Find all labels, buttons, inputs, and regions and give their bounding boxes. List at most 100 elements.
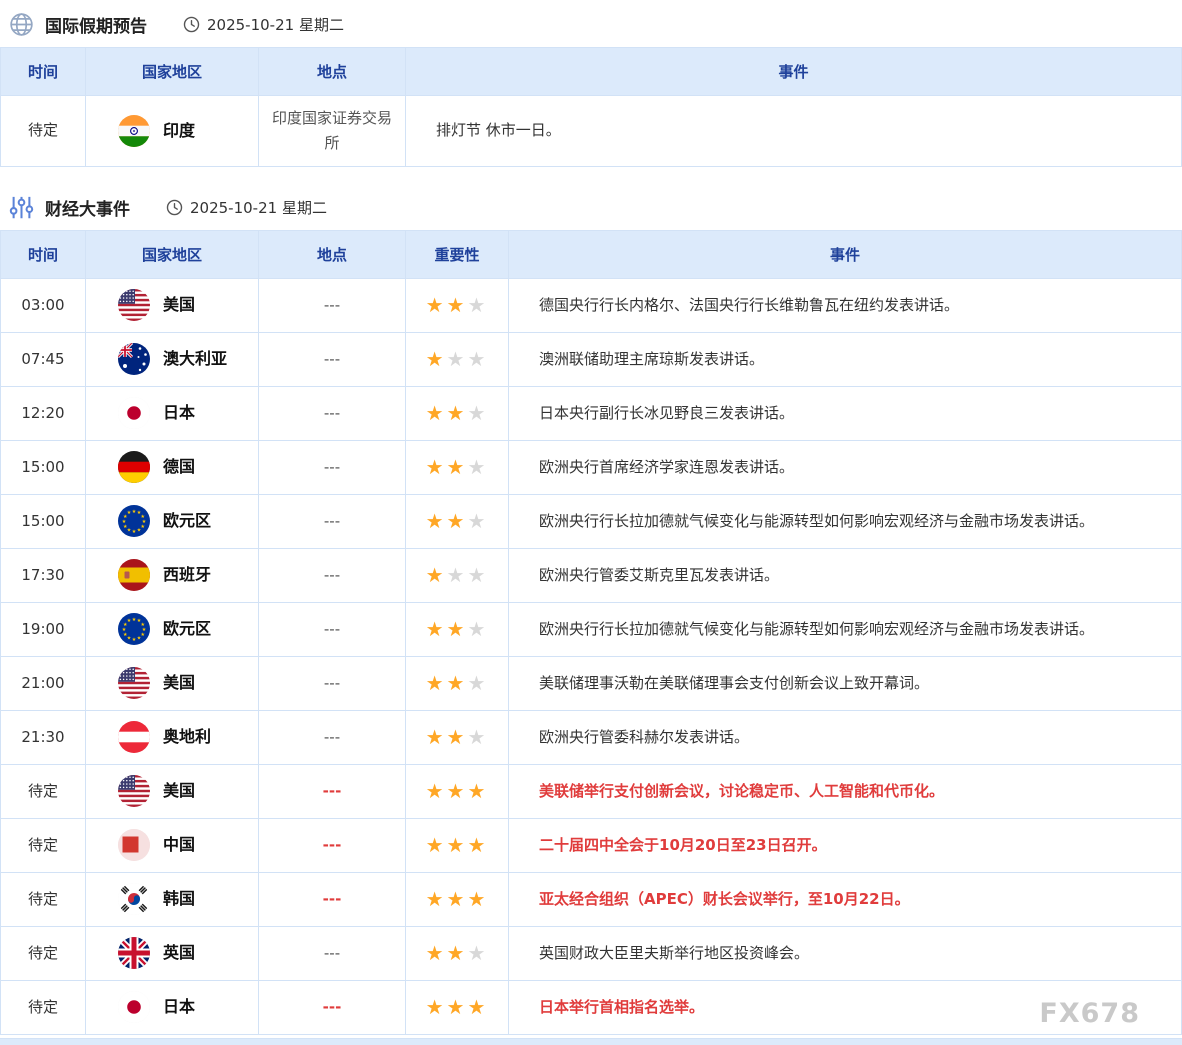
star-filled-icon: ★ <box>447 455 468 479</box>
flag-eu-icon: ★★★★★★★★★★★★ <box>118 505 150 537</box>
country-cell: ★★★★★★★★★★★★ 欧元区 <box>86 494 259 548</box>
time-cell: 待定 <box>1 818 86 872</box>
time-cell: 03:00 <box>1 278 86 332</box>
importance-cell: ★★★ <box>406 710 509 764</box>
star-filled-icon: ★ <box>467 833 488 857</box>
flag-cn-icon <box>118 829 150 861</box>
event-cell: 欧洲央行管委科赫尔发表讲话。 <box>509 710 1182 764</box>
col-time: 时间 <box>1 48 86 96</box>
importance-cell: ★★★ <box>406 764 509 818</box>
event-cell: 欧洲央行行长拉加德就气候变化与能源转型如何影响宏观经济与金融市场发表讲话。 <box>509 602 1182 656</box>
importance-cell: ★★★ <box>406 494 509 548</box>
star-filled-icon: ★ <box>426 725 447 749</box>
importance-cell: ★★★ <box>406 926 509 980</box>
events-section: 财经大事件 2025-10-21 星期二 时间 国家地区 地点 重要性 <box>0 183 1182 1035</box>
col-country: 国家地区 <box>86 48 259 96</box>
country-cell: 美国 <box>86 656 259 710</box>
event-cell: 澳洲联储助理主席琼斯发表讲话。 <box>509 332 1182 386</box>
star-empty-icon: ★ <box>467 725 488 749</box>
location-cell: --- <box>259 926 406 980</box>
events-section-date: 2025-10-21 星期二 <box>190 197 327 218</box>
flag-us-icon <box>118 775 150 807</box>
country-name: 欧元区 <box>163 616 211 642</box>
star-empty-icon: ★ <box>467 509 488 533</box>
event-row: 15:00德国---★★★欧洲央行首席经济学家连恩发表讲话。 <box>1 440 1182 494</box>
clock-icon <box>166 199 183 216</box>
star-filled-icon: ★ <box>426 995 447 1019</box>
time-cell: 19:00 <box>1 602 86 656</box>
event-row: 12:20日本---★★★日本央行副行长冰见野良三发表讲话。 <box>1 386 1182 440</box>
col-importance: 重要性 <box>406 230 509 278</box>
importance-cell: ★★★ <box>406 440 509 494</box>
events-table: 时间 国家地区 地点 重要性 事件 03:00美国---★★★德国央行行长内格尔… <box>0 230 1182 1035</box>
star-empty-icon: ★ <box>467 941 488 965</box>
country-cell: 韩国 <box>86 872 259 926</box>
svg-text:★: ★ <box>127 510 132 516</box>
svg-text:★: ★ <box>137 636 142 642</box>
location-cell: 印度国家证券交易所 <box>259 96 406 167</box>
importance-cell: ★★★ <box>406 548 509 602</box>
star-filled-icon: ★ <box>447 617 468 641</box>
event-row: 待定日本---★★★日本举行首相指名选举。 <box>1 980 1182 1034</box>
col-location: 地点 <box>259 230 406 278</box>
event-cell: 英国财政大臣里夫斯举行地区投资峰会。 <box>509 926 1182 980</box>
star-filled-icon: ★ <box>426 941 447 965</box>
location-cell: --- <box>259 332 406 386</box>
importance-cell: ★★★ <box>406 872 509 926</box>
star-empty-icon: ★ <box>467 671 488 695</box>
event-row: 待定美国---★★★美联储举行支付创新会议，讨论稳定币、人工智能和代币化。 <box>1 764 1182 818</box>
star-filled-icon: ★ <box>426 617 447 641</box>
flag-eu-icon: ★★★★★★★★★★★★ <box>118 613 150 645</box>
flag-at-icon <box>118 721 150 753</box>
country-name: 欧元区 <box>163 508 211 534</box>
svg-text:★: ★ <box>132 637 137 643</box>
country-name: 日本 <box>163 400 195 426</box>
star-filled-icon: ★ <box>447 941 468 965</box>
events-table-header-row: 时间 国家地区 地点 重要性 事件 <box>1 230 1182 278</box>
flag-in-icon <box>118 115 150 147</box>
event-cell: 排灯节 休市一日。 <box>406 96 1182 167</box>
star-filled-icon: ★ <box>426 833 447 857</box>
star-filled-icon: ★ <box>426 887 447 911</box>
star-filled-icon: ★ <box>426 401 447 425</box>
economic-calendar-page: 国际假期预告 2025-10-21 星期二 时间 国家地区 地点 事件 <box>0 0 1182 1045</box>
country-cell: 西班牙 <box>86 548 259 602</box>
time-cell: 待定 <box>1 96 86 167</box>
flag-jp-icon <box>118 991 150 1023</box>
country-cell: 日本 <box>86 386 259 440</box>
star-empty-icon: ★ <box>467 293 488 317</box>
country-cell: 日本 <box>86 980 259 1034</box>
location-cell: --- <box>259 980 406 1034</box>
event-cell: 二十届四中全会于10月20日至23日召开。 <box>509 818 1182 872</box>
time-cell: 15:00 <box>1 440 86 494</box>
location-cell: --- <box>259 764 406 818</box>
flag-us-icon <box>118 667 150 699</box>
importance-cell: ★★★ <box>406 386 509 440</box>
holiday-section-title: 国际假期预告 <box>45 12 147 37</box>
star-filled-icon: ★ <box>467 887 488 911</box>
holiday-section: 国际假期预告 2025-10-21 星期二 时间 国家地区 地点 事件 <box>0 0 1182 167</box>
star-filled-icon: ★ <box>426 455 447 479</box>
star-filled-icon: ★ <box>447 833 468 857</box>
star-filled-icon: ★ <box>447 509 468 533</box>
location-cell: --- <box>259 548 406 602</box>
country-cell: 德国 <box>86 440 259 494</box>
event-row: 待定英国---★★★英国财政大臣里夫斯举行地区投资峰会。 <box>1 926 1182 980</box>
col-location: 地点 <box>259 48 406 96</box>
svg-text:★: ★ <box>127 618 132 624</box>
country-name: 日本 <box>163 994 195 1020</box>
event-row: 07:45澳大利亚---★★★澳洲联储助理主席琼斯发表讲话。 <box>1 332 1182 386</box>
holiday-table: 时间 国家地区 地点 事件 待定印度印度国家证券交易所排灯节 休市一日。 <box>0 47 1182 167</box>
events-date-wrap: 2025-10-21 星期二 <box>166 197 327 218</box>
time-cell: 待定 <box>1 872 86 926</box>
location-cell: --- <box>259 872 406 926</box>
time-cell: 15:00 <box>1 494 86 548</box>
holiday-row: 待定印度印度国家证券交易所排灯节 休市一日。 <box>1 96 1182 167</box>
location-cell: --- <box>259 494 406 548</box>
importance-cell: ★★★ <box>406 332 509 386</box>
star-empty-icon: ★ <box>447 347 468 371</box>
country-cell: 奥地利 <box>86 710 259 764</box>
country-name: 美国 <box>163 670 195 696</box>
star-empty-icon: ★ <box>467 563 488 587</box>
holiday-date-wrap: 2025-10-21 星期二 <box>183 14 344 35</box>
